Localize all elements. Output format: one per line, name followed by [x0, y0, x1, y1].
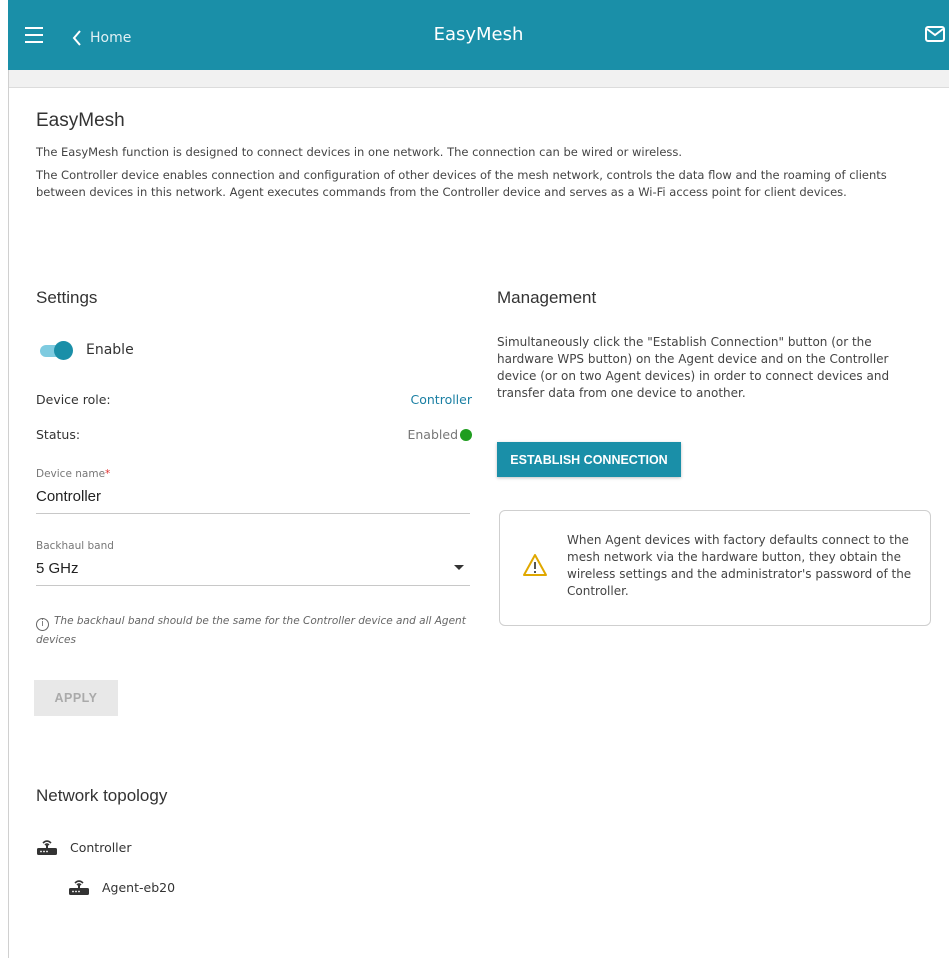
backhaul-band-select[interactable]: Backhaul band 5 GHz — [36, 540, 470, 586]
device-name-input[interactable]: Controller — [36, 488, 470, 513]
notice-text: When Agent devices with factory defaults… — [567, 533, 912, 598]
device-name-label: Device name* — [36, 468, 111, 480]
dropdown-caret-icon[interactable] — [454, 565, 464, 570]
page-title: EasyMesh — [36, 110, 125, 131]
topology-node-agent[interactable]: Agent-eb20 — [68, 878, 175, 896]
router-icon — [37, 840, 57, 855]
enable-toggle[interactable]: Enable — [38, 340, 134, 360]
description-paragraph: The EasyMesh function is designed to con… — [36, 145, 683, 159]
status-value: Enabled — [407, 427, 472, 442]
settings-title: Settings — [36, 288, 98, 307]
info-icon: i — [36, 618, 49, 631]
intro-section: EasyMesh The EasyMesh function is design… — [36, 110, 916, 201]
enable-label: Enable — [86, 342, 134, 358]
topology-node-label: Agent-eb20 — [102, 879, 176, 895]
backhaul-hint: i The backhaul band should be the same fo… — [36, 612, 472, 649]
status-label: Status: — [36, 427, 81, 442]
device-role-link[interactable]: Controller — [411, 392, 473, 407]
status-text: Enabled — [407, 427, 458, 442]
settings-section: Settings Enable Device role: Controller … — [34, 288, 472, 716]
network-topology-section: Network topology Controller Agent-eb20 — [36, 786, 472, 895]
router-icon — [69, 880, 89, 895]
hint-text: The backhaul band should be the same for… — [36, 615, 466, 646]
warning-icon — [523, 554, 547, 576]
top-bar: Home EasyMesh — [8, 0, 949, 70]
management-description: Simultaneously click the "Establish Conn… — [497, 335, 890, 400]
device-name-field[interactable]: Device name* Controller — [36, 468, 470, 514]
sub-header-strip — [9, 70, 949, 88]
description-paragraph: The Controller device enables connection… — [36, 168, 887, 199]
establish-connection-button[interactable]: ESTABLISH CONNECTION — [497, 442, 681, 477]
status-indicator — [460, 429, 472, 441]
management-title: Management — [497, 288, 597, 307]
backhaul-band-label: Backhaul band — [36, 540, 114, 552]
mail-icon[interactable] — [925, 26, 945, 46]
notice-box: When Agent devices with factory defaults… — [499, 510, 931, 626]
management-section: Management Simultaneously click the "Est… — [497, 288, 933, 626]
device-role-label: Device role: — [36, 392, 111, 407]
topology-node-controller[interactable]: Controller — [36, 838, 132, 856]
apply-button[interactable]: APPLY — [34, 680, 118, 716]
backhaul-band-value[interactable]: 5 GHz — [36, 560, 470, 585]
required-marker: * — [105, 468, 111, 480]
page-header-title: EasyMesh — [433, 24, 524, 45]
toggle-switch[interactable] — [38, 340, 74, 360]
network-topology-title: Network topology — [36, 786, 168, 805]
topology-node-label: Controller — [70, 839, 132, 855]
